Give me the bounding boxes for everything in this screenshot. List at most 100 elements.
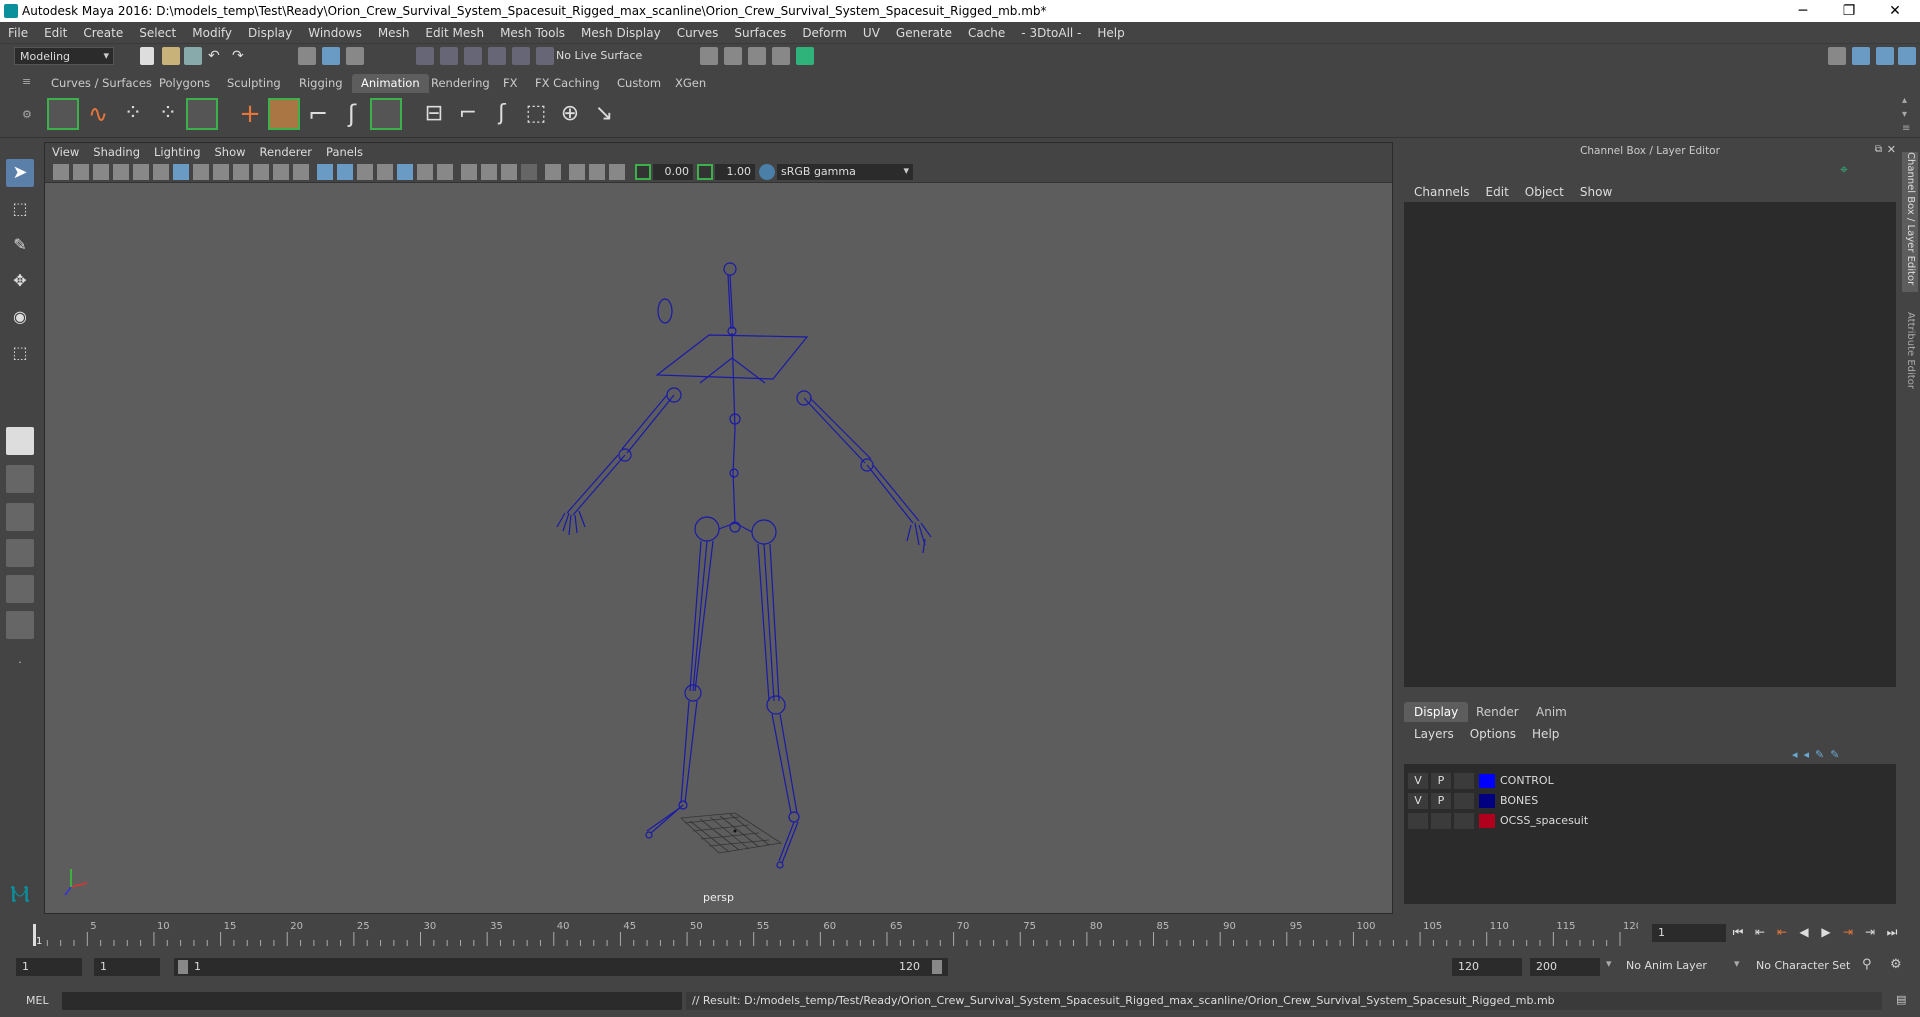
snap-surface-icon[interactable] (512, 47, 530, 65)
bind-skin-icon[interactable]: ʃ (336, 98, 368, 130)
playback-end-field[interactable]: 120 (1452, 958, 1522, 976)
menu-cache[interactable]: Cache (960, 22, 1013, 44)
channel-menu-channels[interactable]: Channels (1406, 182, 1478, 202)
new-scene-icon[interactable] (140, 47, 154, 65)
script-type-label[interactable]: MEL (26, 994, 49, 1007)
anim-layer-dropdown[interactable]: No Anim Layer (1626, 959, 1707, 972)
workspace-icon[interactable] (1828, 47, 1846, 65)
range-end-handle[interactable] (932, 960, 942, 974)
layer-row[interactable]: OCSS_spacesuit (1404, 812, 1896, 830)
side-tab-attribute-editor[interactable]: Attribute Editor (1902, 312, 1918, 412)
lattice-icon[interactable]: ⊟ (418, 98, 450, 130)
channel-area[interactable] (1404, 202, 1896, 687)
menu-mesh-tools[interactable]: Mesh Tools (492, 22, 573, 44)
layer-color-swatch[interactable] (1479, 794, 1495, 808)
menu-help[interactable]: Help (1089, 22, 1132, 44)
snap-vertex-icon[interactable] (536, 47, 554, 65)
shelf-tab-custom[interactable]: Custom (608, 74, 670, 93)
menu-uv[interactable]: UV (855, 22, 888, 44)
play-forwards-icon[interactable]: ▶ (1818, 924, 1834, 940)
layer-tab-anim[interactable]: Anim (1526, 702, 1577, 722)
render-view-icon[interactable] (700, 47, 718, 65)
layer-list[interactable]: V P CONTROL V P BONES OCSS_spacesuit (1404, 764, 1896, 904)
motion-trail-icon[interactable]: ⁘ (117, 98, 149, 130)
layer-visibility-toggle[interactable]: V (1408, 793, 1428, 809)
shelf-tab-rigging[interactable]: Rigging (290, 74, 352, 93)
layer-color-swatch[interactable] (1479, 774, 1495, 788)
open-scene-icon[interactable] (162, 47, 180, 65)
shelf-tab-curves-surfaces[interactable]: Curves / Surfaces (42, 74, 161, 93)
bend-icon[interactable]: ʃ (486, 98, 518, 130)
hypershade-icon[interactable] (796, 47, 814, 65)
script-editor-icon[interactable]: ▤ (1896, 993, 1906, 1006)
single-perspective-icon[interactable] (6, 427, 34, 455)
current-frame-field[interactable]: 1 (1652, 924, 1726, 942)
menu-mesh-display[interactable]: Mesh Display (573, 22, 669, 44)
cluster-icon[interactable]: ⌐ (452, 98, 484, 130)
menu-edit[interactable]: Edit (36, 22, 75, 44)
set-key-icon[interactable] (47, 98, 79, 130)
wire-deformer-icon[interactable]: ⊕ (554, 98, 586, 130)
shelf-tab-rendering[interactable]: Rendering (422, 74, 499, 93)
step-forward-key-icon[interactable]: ⇥ (1862, 924, 1878, 940)
character-set-dropdown[interactable]: No Character Set (1756, 959, 1850, 972)
menu-mesh[interactable]: Mesh (370, 22, 418, 44)
minimize-button[interactable]: ─ (1780, 0, 1826, 22)
skeleton-rig[interactable] (45, 143, 1394, 915)
play-backwards-icon[interactable]: ◀ (1796, 924, 1812, 940)
layer-color-swatch[interactable] (1479, 814, 1495, 828)
chevron-down-icon[interactable]: ▾ (1606, 957, 1612, 970)
menu-deform[interactable]: Deform (794, 22, 855, 44)
menu-generate[interactable]: Generate (888, 22, 960, 44)
menu-select[interactable]: Select (131, 22, 184, 44)
persp-graph-icon[interactable] (6, 539, 34, 567)
ghost-icon[interactable]: ⁘ (152, 98, 184, 130)
menu-curves[interactable]: Curves (669, 22, 727, 44)
channel-box-toggle-icon[interactable] (1876, 47, 1894, 65)
menu-set-dropdown[interactable]: Modeling ▾ (14, 47, 114, 65)
channel-menu-object[interactable]: Object (1517, 182, 1572, 202)
snap-curve-icon[interactable] (440, 47, 458, 65)
layer-playback-toggle[interactable] (1431, 813, 1451, 829)
sculpt-deformer-icon[interactable]: ⬚ (520, 98, 552, 130)
four-view-icon[interactable] (6, 465, 34, 493)
layer-visibility-toggle[interactable] (1408, 813, 1428, 829)
persp-uv-icon[interactable] (6, 611, 34, 639)
snap-view-icon[interactable] (488, 47, 506, 65)
select-tool-icon[interactable]: ➤ (6, 159, 34, 187)
range-slider[interactable]: 1 120 (174, 958, 948, 976)
side-tab-channel-box[interactable]: Channel Box / Layer Editor (1902, 152, 1918, 292)
snap-grid-icon[interactable] (416, 47, 434, 65)
shelf-scroll-icon[interactable]: ▴ ▾ ≡ (1902, 94, 1910, 136)
shelf-tab-polygons[interactable]: Polygons (150, 74, 219, 93)
layer-row[interactable]: V P CONTROL (1404, 772, 1896, 790)
layer-menu-layers[interactable]: Layers (1406, 724, 1462, 744)
layout-icon[interactable] (1852, 47, 1870, 65)
layer-tab-render[interactable]: Render (1466, 702, 1529, 722)
menu-file[interactable]: File (0, 22, 36, 44)
select-hierarchy-icon[interactable] (298, 47, 316, 65)
snap-point-icon[interactable] (464, 47, 482, 65)
undo-icon[interactable]: ↶ (208, 47, 226, 65)
layer-menu-options[interactable]: Options (1462, 724, 1524, 744)
select-component-icon[interactable] (346, 47, 364, 65)
close-panel-icon[interactable]: ✕ (1887, 143, 1896, 156)
create-joint-icon[interactable]: + (234, 98, 266, 130)
auto-key-icon[interactable]: ⚲ (1862, 957, 1872, 972)
close-button[interactable]: ✕ (1872, 0, 1918, 22)
time-slider[interactable]: 5 10 15 20 25 30 35 40 45 50 55 60 65 70 75 80 85 90 95 100… (22, 916, 1642, 946)
step-back-frame-icon[interactable]: ⇤ (1774, 924, 1790, 940)
layer-reference-toggle[interactable] (1454, 773, 1474, 789)
step-back-key-icon[interactable]: ⇤ (1752, 924, 1768, 940)
menu-modify[interactable]: Modify (184, 22, 240, 44)
layer-reference-toggle[interactable] (1454, 793, 1474, 809)
render-settings-icon[interactable] (772, 47, 790, 65)
layer-row[interactable]: V P BONES (1404, 792, 1896, 810)
go-to-end-icon[interactable]: ⏭ (1884, 924, 1900, 940)
command-input[interactable] (62, 992, 682, 1010)
menu-display[interactable]: Display (240, 22, 300, 44)
ik-handle-icon[interactable] (268, 98, 300, 130)
ik-spline-icon[interactable]: ⌐ (302, 98, 334, 130)
shelf-tab-fx[interactable]: FX (494, 74, 527, 93)
smooth-bind-icon[interactable] (370, 98, 402, 130)
